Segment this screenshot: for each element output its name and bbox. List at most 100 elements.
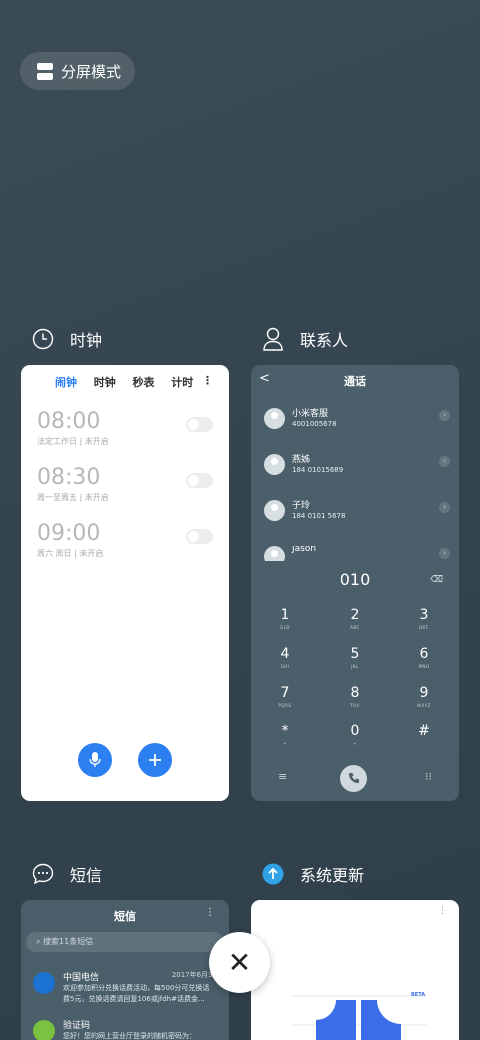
key-digit: # — [418, 723, 430, 739]
back-icon[interactable]: < — [259, 371, 270, 386]
tab-stopwatch[interactable]: 秒表 — [133, 374, 155, 390]
chevron-right-icon[interactable]: › — [439, 548, 450, 559]
phone-icon — [348, 773, 359, 783]
alarm-subtitle: 周一至周五 | 未开启 — [37, 493, 109, 502]
alarm-item[interactable]: 09:00 周六 周日 | 未开启 — [37, 521, 213, 559]
chevron-right-icon[interactable]: › — [439, 410, 450, 421]
plus-icon — [149, 754, 161, 766]
message-icon — [32, 863, 54, 885]
key-letters: + — [353, 741, 357, 746]
dialpad-icon[interactable]: ⁝⁝ — [425, 770, 432, 783]
dial-key-1[interactable]: 1 GLD — [255, 607, 315, 630]
dial-key-star[interactable]: * • — [255, 723, 315, 746]
chevron-right-icon[interactable]: › — [439, 456, 450, 467]
contact-name: Jason — [292, 546, 317, 554]
close-all-button[interactable]: ✕ — [209, 932, 270, 993]
more-icon[interactable]: ⋮ — [205, 907, 215, 918]
update-illustration — [291, 995, 427, 1040]
key-letters: • — [283, 741, 287, 746]
app-header-contacts[interactable]: 联系人 — [262, 324, 348, 354]
tab-clock[interactable]: 时钟 — [94, 374, 116, 390]
key-digit: 6 — [419, 646, 429, 662]
dial-key-2[interactable]: 2 ABC — [325, 607, 385, 630]
dial-key-0[interactable]: 0 + — [325, 723, 385, 746]
dial-key-5[interactable]: 5 JKL — [325, 646, 385, 669]
key-digit: 0 — [350, 723, 360, 739]
message-sender: 中国电信 — [63, 973, 100, 983]
message-sender: 验证码 — [63, 1021, 91, 1031]
key-letters: TUV — [350, 703, 360, 708]
avatar — [264, 454, 285, 475]
tab-alarm[interactable]: 闹钟 — [55, 374, 77, 390]
key-letters: WXYZ — [417, 703, 431, 708]
app-header-update[interactable]: 系统更新 — [262, 859, 364, 889]
menu-icon[interactable]: ≡ — [278, 770, 287, 783]
close-icon: ✕ — [227, 946, 252, 979]
add-alarm-button[interactable] — [138, 743, 172, 777]
alarm-item[interactable]: 08:30 周一至周五 | 未开启 — [37, 465, 213, 503]
china-telecom-logo — [33, 972, 55, 994]
split-screen-icon — [37, 62, 53, 80]
key-digit: 4 — [280, 646, 290, 662]
alarm-toggle[interactable] — [186, 417, 213, 432]
key-digit: 8 — [350, 685, 360, 701]
update-app-card[interactable]: ⋮ BETA — [251, 900, 459, 1040]
dial-key-7[interactable]: 7 PQRS — [255, 685, 315, 708]
alarm-toggle[interactable] — [186, 473, 213, 488]
app-header-sms[interactable]: 短信 — [32, 859, 102, 889]
more-icon[interactable]: ⋮ — [202, 374, 213, 390]
voice-alarm-button[interactable] — [78, 743, 112, 777]
alarm-item[interactable]: 08:00 法定工作日 | 未开启 — [37, 409, 213, 447]
chevron-right-icon[interactable]: › — [439, 502, 450, 513]
beta-badge: BETA — [411, 992, 426, 998]
key-letters: JKL — [351, 664, 359, 669]
contact-name: 小米客服 — [292, 409, 329, 419]
key-digit: 5 — [350, 646, 360, 662]
message-preview: 您好！您的网上营业厅登录的随机密码为： — [63, 1032, 196, 1040]
sms-search-input[interactable]: ⌕ 搜索11条短信 — [26, 932, 224, 952]
clock-tabs: 闹钟 时钟 秒表 计时 ⋮ — [21, 365, 229, 390]
dial-key-3[interactable]: 3 DEF — [394, 607, 454, 630]
sms-title: 短信 — [114, 910, 136, 923]
app-title-contacts: 联系人 — [300, 331, 349, 350]
dialer-title: 通话 — [344, 375, 366, 388]
message-avatar — [33, 1020, 55, 1040]
avatar — [264, 500, 285, 521]
contact-name: 燕姊 — [292, 455, 311, 465]
key-letters: PQRS — [278, 703, 292, 708]
contact-name: 子玲 — [292, 501, 311, 511]
clock-app-card[interactable]: 闹钟 时钟 秒表 计时 ⋮ 08:00 法定工作日 | 未开启 08:30 周一… — [21, 365, 229, 801]
contact-row[interactable]: 燕姊 184 01015689 › — [264, 454, 450, 478]
call-bar: ≡ ⁝⁝ — [251, 765, 459, 792]
update-icon — [262, 863, 284, 885]
app-header-clock[interactable]: 时钟 — [32, 324, 102, 354]
split-screen-button[interactable]: 分屏模式 — [20, 52, 135, 90]
contacts-app-card[interactable]: < 通话 小米客服 4001005678 › 燕姊 184 01015689 ›… — [251, 365, 459, 801]
contact-row[interactable]: 子玲 184 0101 5678 › — [264, 500, 450, 524]
microphone-icon — [89, 752, 101, 767]
tab-timer[interactable]: 计时 — [171, 374, 193, 390]
dial-key-4[interactable]: 4 GHI — [255, 646, 315, 669]
call-button[interactable] — [340, 765, 367, 792]
key-digit: * — [281, 723, 289, 739]
app-title-sms: 短信 — [70, 866, 103, 885]
dial-input[interactable]: 010 — [251, 570, 459, 589]
message-preview: 欢迎参加积分兑换话费活动，每500分可兑换话费5元，兑换话费请回复106或jfd… — [63, 984, 210, 1003]
app-title-clock: 时钟 — [70, 331, 103, 350]
sms-app-card[interactable]: 短信 ⋮ ⌕ 搜索11条短信 中国电信 2017年6月30 欢迎参加积分兑换话费… — [21, 900, 229, 1040]
app-title-update: 系统更新 — [300, 866, 365, 885]
key-digit: 1 — [280, 607, 290, 623]
contact-row[interactable]: 小米客服 4001005678 › — [264, 408, 450, 432]
dial-key-6[interactable]: 6 MNO — [394, 646, 454, 669]
key-letters: ABC — [350, 625, 360, 630]
dial-key-8[interactable]: 8 TUV — [325, 685, 385, 708]
backspace-icon[interactable]: ⌫ — [430, 575, 443, 585]
search-icon: ⌕ — [36, 937, 44, 946]
dial-key-9[interactable]: 9 WXYZ — [394, 685, 454, 708]
contact-phone: 184 01015689 — [292, 466, 344, 474]
contact-row[interactable]: Jason › — [264, 546, 450, 561]
dial-key-hash[interactable]: # — [394, 723, 454, 741]
alarm-subtitle: 法定工作日 | 未开启 — [37, 437, 109, 446]
contact-phone: 4001005678 — [292, 420, 337, 428]
alarm-toggle[interactable] — [186, 529, 213, 544]
